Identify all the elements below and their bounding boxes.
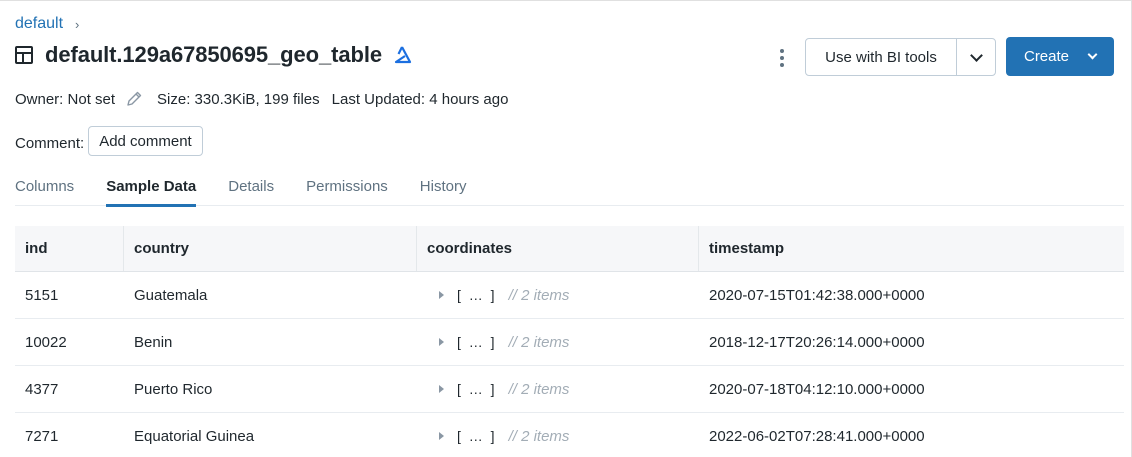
tab-sample-data[interactable]: Sample Data <box>106 168 197 207</box>
chevron-down-icon <box>969 48 983 62</box>
coordinates-collapsed-array[interactable]: [ … ] <box>457 381 497 397</box>
bi-tools-dropdown-button[interactable] <box>957 39 995 75</box>
expand-arrow-icon[interactable] <box>439 432 444 440</box>
create-button-label: Create <box>1023 48 1070 65</box>
cell-coordinates: [ … ] // 2 items <box>417 366 699 412</box>
pencil-icon[interactable] <box>125 90 143 108</box>
tab-bar: Columns Sample Data Details Permissions … <box>15 168 1124 207</box>
bi-tools-button-group: Use with BI tools <box>805 38 996 76</box>
cell-timestamp: 2020-07-15T01:42:38.000+0000 <box>709 286 925 304</box>
kebab-menu-icon[interactable] <box>774 46 790 70</box>
expand-arrow-icon[interactable] <box>439 338 444 346</box>
coordinates-item-count: // 2 items <box>508 427 570 445</box>
add-comment-button[interactable]: Add comment <box>88 126 203 156</box>
breadcrumb: default › <box>15 15 79 33</box>
table-row: 7271 Equatorial Guinea [ … ] // 2 items … <box>15 413 1124 457</box>
cell-timestamp: 2018-12-17T20:26:14.000+0000 <box>709 333 925 351</box>
size-text: Size: 330.3KiB, 199 files <box>157 90 320 108</box>
coordinates-item-count: // 2 items <box>508 380 570 398</box>
create-button[interactable]: Create <box>1006 37 1114 76</box>
cell-country: Puerto Rico <box>134 380 213 398</box>
cell-timestamp: 2020-07-18T04:12:10.000+0000 <box>709 380 925 398</box>
cell-coordinates: [ … ] // 2 items <box>417 319 699 365</box>
column-header-country[interactable]: country <box>124 226 417 271</box>
owner-text: Owner: Not set <box>15 90 116 108</box>
cell-country: Equatorial Guinea <box>134 427 255 445</box>
column-header-timestamp[interactable]: timestamp <box>699 226 1124 271</box>
coordinates-collapsed-array[interactable]: [ … ] <box>457 334 497 350</box>
expand-arrow-icon[interactable] <box>439 291 444 299</box>
table-header-row: ind country coordinates timestamp <box>15 226 1124 272</box>
column-header-coordinates[interactable]: coordinates <box>417 226 699 271</box>
cell-ind: 5151 <box>25 286 59 304</box>
comment-row: Comment: Add comment <box>15 126 203 156</box>
coordinates-item-count: // 2 items <box>508 333 570 351</box>
delta-icon <box>394 46 412 64</box>
coordinates-collapsed-array[interactable]: [ … ] <box>457 287 497 303</box>
cell-coordinates: [ … ] // 2 items <box>417 413 699 457</box>
chevron-down-icon <box>1087 49 1098 60</box>
tab-details[interactable]: Details <box>228 168 274 206</box>
comment-label: Comment: <box>15 134 85 152</box>
cell-country: Benin <box>134 333 173 351</box>
expand-arrow-icon[interactable] <box>439 385 444 393</box>
cell-ind: 4377 <box>25 380 59 398</box>
tab-permissions[interactable]: Permissions <box>306 168 388 206</box>
table-icon <box>15 46 33 64</box>
table-metadata: Owner: Not set Size: 330.3KiB, 199 files… <box>15 90 508 108</box>
table-row: 5151 Guatemala [ … ] // 2 items 2020-07-… <box>15 272 1124 319</box>
table-row: 4377 Puerto Rico [ … ] // 2 items 2020-0… <box>15 366 1124 413</box>
tab-columns[interactable]: Columns <box>15 168 74 206</box>
coordinates-item-count: // 2 items <box>508 286 570 304</box>
breadcrumb-catalog-link[interactable]: default <box>15 15 63 33</box>
breadcrumb-separator-icon: › <box>75 16 80 32</box>
cell-timestamp: 2022-06-02T07:28:41.000+0000 <box>709 427 925 445</box>
use-with-bi-tools-button[interactable]: Use with BI tools <box>806 39 957 75</box>
coordinates-collapsed-array[interactable]: [ … ] <box>457 428 497 444</box>
cell-coordinates: [ … ] // 2 items <box>417 272 699 318</box>
cell-country: Guatemala <box>134 286 208 304</box>
cell-ind: 10022 <box>25 333 67 351</box>
column-header-ind[interactable]: ind <box>15 226 124 271</box>
cell-ind: 7271 <box>25 427 59 445</box>
page-title: default.129a67850695_geo_table <box>45 42 382 67</box>
tab-history[interactable]: History <box>420 168 467 206</box>
sample-data-table: ind country coordinates timestamp 5151 G… <box>15 226 1124 457</box>
table-row: 10022 Benin [ … ] // 2 items 2018-12-17T… <box>15 319 1124 366</box>
last-updated-text: Last Updated: 4 hours ago <box>331 90 509 108</box>
title-row: default.129a67850695_geo_table <box>15 42 412 68</box>
